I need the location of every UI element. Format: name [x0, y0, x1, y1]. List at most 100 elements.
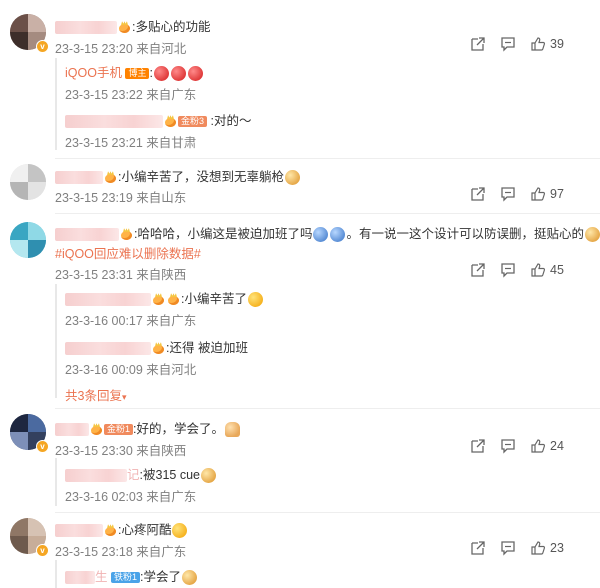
hashtag-link[interactable]: #iQOO回应难以删除数据#	[55, 243, 201, 262]
username-blurred[interactable]	[65, 293, 151, 307]
verified-badge-icon: v	[36, 40, 49, 53]
comment-body: :小编辛苦了，没想到无辜躺枪	[55, 166, 301, 186]
crown-badge-icon	[90, 423, 103, 436]
like-count: 23	[550, 541, 564, 555]
action-bar: 24	[470, 438, 590, 456]
avatar[interactable]	[10, 222, 46, 258]
crown-badge-icon	[164, 115, 177, 128]
share-icon[interactable]	[470, 186, 486, 202]
username-blurred[interactable]	[55, 524, 103, 538]
like-icon[interactable]	[530, 186, 546, 202]
comment-body: :哈哈哈，小编这是被迫加班了吗 。有一说一这个设计可以防误删，挺贴心的	[55, 223, 600, 243]
crown-badge-icon	[120, 228, 133, 241]
username-blurred[interactable]	[65, 571, 95, 585]
share-icon[interactable]	[470, 438, 486, 454]
reply-box: iQOO手机 博主: 23-3-15 23:22 来自广东 金粉3 :对的～ 2…	[55, 58, 595, 150]
reply-meta: 23-3-15 23:21 来自甘肃	[65, 136, 197, 150]
username-blurred[interactable]	[65, 469, 127, 483]
action-bar: 39	[470, 36, 590, 54]
comment-icon[interactable]	[500, 262, 516, 278]
comment-meta: 23-3-15 23:20 来自河北	[55, 42, 187, 56]
crown-badge-icon	[152, 293, 165, 306]
comment-meta: 23-3-15 23:31 来自陕西	[55, 268, 187, 282]
divider	[55, 213, 600, 214]
reply-text: :	[149, 66, 153, 80]
reply-text: :被315 cue	[139, 468, 200, 482]
fan-badge: 铁粉1	[111, 572, 141, 584]
crown-badge-icon	[167, 293, 180, 306]
emoji-icon	[187, 66, 203, 82]
comment-meta: 23-3-15 23:19 来自山东	[55, 191, 187, 205]
comment-icon[interactable]	[500, 438, 516, 454]
share-icon[interactable]	[470, 36, 486, 52]
comment-body: :心疼阿酷	[55, 519, 188, 539]
emoji-icon	[182, 570, 197, 586]
like-count: 45	[550, 263, 564, 277]
crown-badge-icon	[104, 524, 117, 537]
comment-icon[interactable]	[500, 36, 516, 52]
reply-username-suffix[interactable]: 记	[127, 468, 140, 482]
crown-badge-icon	[104, 171, 117, 184]
reply-meta: 23-3-16 02:03 来自广东	[65, 490, 197, 504]
username-blurred[interactable]	[55, 423, 89, 437]
emoji-icon	[247, 292, 263, 308]
emoji-icon	[170, 66, 186, 82]
action-bar: 23	[470, 540, 590, 558]
comment-text: :心疼阿酷	[118, 523, 172, 537]
emoji-icon	[330, 227, 346, 243]
more-replies-label: 共3条回复	[65, 389, 122, 403]
reply-text: :学会了	[140, 570, 181, 584]
reply-meta: 23-3-16 00:09 来自河北	[65, 363, 197, 377]
comment-icon[interactable]	[500, 540, 516, 556]
username-blurred[interactable]	[65, 342, 151, 356]
verified-badge-icon: v	[36, 544, 49, 557]
like-icon[interactable]	[530, 540, 546, 556]
emoji-icon	[284, 170, 300, 186]
reply-meta: 23-3-16 00:17 来自广东	[65, 314, 197, 328]
reply-1: iQOO手机 博主:	[65, 62, 204, 82]
reply-text: :还得 被迫加班	[166, 341, 248, 355]
emoji-icon	[313, 227, 329, 243]
fan-badge: 金粉3	[178, 116, 208, 128]
reply-text: :小编辛苦了	[181, 292, 247, 306]
reply-username[interactable]: iQOO手机	[65, 66, 122, 80]
like-icon[interactable]	[530, 438, 546, 454]
share-icon[interactable]	[470, 540, 486, 556]
like-icon[interactable]	[530, 36, 546, 52]
share-icon[interactable]	[470, 262, 486, 278]
crown-badge-icon	[152, 342, 165, 355]
comment-icon[interactable]	[500, 186, 516, 202]
divider	[55, 512, 600, 513]
reply-2: 金粉3 :对的～	[65, 110, 251, 129]
reply-2: :还得 被迫加班	[65, 337, 248, 356]
comment-body: :多贴心的功能	[55, 16, 210, 35]
username-blurred[interactable]	[55, 171, 103, 185]
comment-meta: 23-3-15 23:18 来自广东	[55, 545, 187, 559]
reply-username-suffix[interactable]: 生	[95, 570, 108, 584]
emoji-icon	[153, 66, 169, 82]
username-blurred[interactable]	[55, 21, 117, 35]
comment-text: :哈哈哈，小编这是被迫加班了吗	[134, 227, 313, 241]
comment-text-cont: 。有一说一这个设计可以防误删，挺贴心的	[346, 227, 584, 241]
divider	[55, 408, 600, 409]
emoji-icon	[225, 422, 240, 438]
more-replies-link[interactable]: 共3条回复▾	[65, 385, 126, 404]
reply-1: 记:被315 cue	[65, 464, 217, 484]
reply-1: 生 铁粉1:学会了	[65, 566, 198, 586]
username-blurred[interactable]	[65, 115, 163, 129]
emoji-icon	[172, 523, 188, 539]
divider	[55, 158, 600, 159]
like-count: 24	[550, 439, 564, 453]
reply-box: 生 铁粉1:学会了	[55, 560, 595, 588]
like-icon[interactable]	[530, 262, 546, 278]
avatar[interactable]	[10, 164, 46, 200]
action-bar: 45	[470, 262, 590, 280]
fan-badge: 金粉1	[104, 424, 134, 436]
like-count: 39	[550, 37, 564, 51]
reply-box: 记:被315 cue 23-3-16 02:03 来自广东	[55, 458, 595, 506]
blogger-badge: 博主	[125, 68, 150, 80]
chevron-down-icon: ▾	[121, 392, 127, 402]
like-count: 97	[550, 187, 564, 201]
username-blurred[interactable]	[55, 228, 119, 242]
reply-box: :小编辛苦了 23-3-16 00:17 来自广东 :还得 被迫加班 23-3-…	[55, 284, 595, 403]
